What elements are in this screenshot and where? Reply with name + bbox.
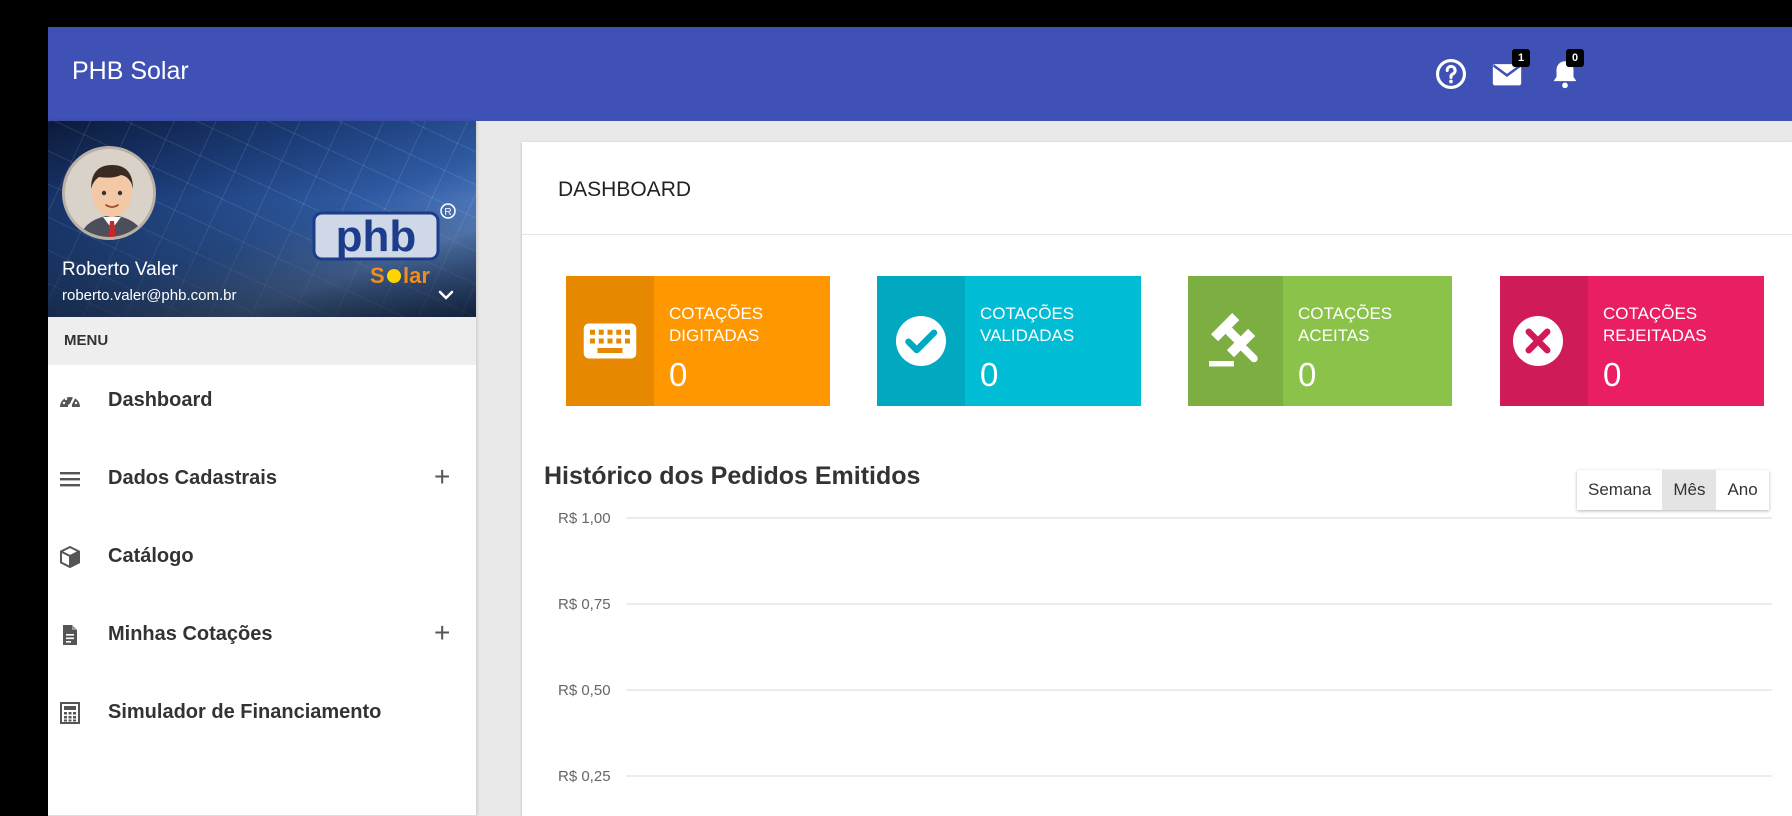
stat-label-line1: COTAÇÕES <box>1603 304 1698 323</box>
profile-header: phb R S lar Roberto Valer roberto.valer@… <box>48 121 476 317</box>
mail-icon[interactable]: 1 <box>1490 49 1530 91</box>
stat-label-line1: COTAÇÕES <box>980 304 1075 323</box>
expand-icon[interactable]: + <box>434 461 450 493</box>
sidebar-item-label: Dados Cadastrais <box>108 467 277 489</box>
dashboard-icon <box>58 389 82 413</box>
sidebar-item-minhas-cotacoes[interactable]: Minhas Cotações + <box>48 605 476 665</box>
y-tick-label: R$ 0,50 <box>558 682 611 699</box>
sidebar-item-dashboard[interactable]: Dashboard <box>48 371 476 431</box>
stat-label-line2: ACEITAS <box>1298 326 1370 345</box>
sidebar-item-simulador-financiamento[interactable]: Simulador de Financiamento <box>48 683 476 743</box>
y-tick-label: R$ 0,75 <box>558 596 611 613</box>
mail-badge: 1 <box>1512 49 1530 67</box>
y-tick-label: R$ 1,00 <box>558 512 611 527</box>
page-title: DASHBOARD <box>558 178 692 201</box>
app-title: PHB Solar <box>72 57 189 85</box>
sidebar-item-label: Simulador de Financiamento <box>108 701 382 723</box>
stat-label-line2: DIGITADAS <box>669 326 760 345</box>
stat-label-line1: COTAÇÕES <box>1298 304 1393 323</box>
orders-history-chart: R$ 1,00 R$ 0,75 R$ 0,50 R$ 0,25 <box>558 512 1772 785</box>
stat-cotacoes-aceitas[interactable]: COTAÇÕES ACEITAS 0 <box>1188 276 1452 406</box>
y-tick-label: R$ 0,25 <box>558 768 611 785</box>
phb-solar-logo: phb R S lar <box>310 201 460 291</box>
top-app-bar: PHB Solar 1 0 <box>48 27 1792 121</box>
stat-value: 0 <box>1298 356 1317 393</box>
svg-text:S: S <box>370 263 385 288</box>
sidebar-item-catalogo[interactable]: Catálogo <box>48 527 476 587</box>
stat-label-line1: COTAÇÕES <box>669 304 764 323</box>
range-button-mes[interactable]: Mês <box>1662 470 1717 510</box>
stat-value: 0 <box>669 356 688 393</box>
divider <box>522 234 1792 235</box>
expand-icon[interactable]: + <box>434 617 450 649</box>
range-button-semana[interactable]: Semana <box>1577 470 1663 510</box>
calculator-icon <box>58 701 82 725</box>
stat-cotacoes-validadas[interactable]: COTAÇÕES VALIDADAS 0 <box>877 276 1141 406</box>
stat-cotacoes-digitadas[interactable]: COTAÇÕES DIGITADAS 0 <box>566 276 830 406</box>
user-email: roberto.valer@phb.com.br <box>62 287 237 304</box>
box-icon <box>58 545 82 569</box>
range-button-ano[interactable]: Ano <box>1716 470 1769 510</box>
stat-value: 0 <box>980 356 999 393</box>
avatar <box>62 146 156 240</box>
sidebar-item-dados-cadastrais[interactable]: Dados Cadastrais + <box>48 449 476 509</box>
range-toggle-group: Semana Mês Ano <box>1577 470 1769 510</box>
notification-badge: 0 <box>1566 49 1584 67</box>
menu-header: MENU <box>48 317 476 365</box>
svg-text:lar: lar <box>403 263 430 288</box>
stat-value: 0 <box>1603 356 1622 393</box>
svg-text:R: R <box>444 207 451 218</box>
bell-icon[interactable]: 0 <box>1548 49 1588 91</box>
document-icon <box>58 623 82 647</box>
dashboard-card: DASHBOARD COTAÇÕES DIGITADAS 0 COTAÇÕES … <box>522 142 1792 816</box>
stat-cotacoes-rejeitadas[interactable]: COTAÇÕES REJEITADAS 0 <box>1500 276 1764 406</box>
stat-label-line2: VALIDADAS <box>980 326 1075 345</box>
stat-label-line2: REJEITADAS <box>1603 326 1707 345</box>
sidebar: phb R S lar Roberto Valer roberto.valer@… <box>48 121 476 816</box>
sidebar-item-label: Catálogo <box>108 545 194 567</box>
app-window: PHB Solar 1 0 phb R S lar Roberto Valer … <box>48 27 1792 816</box>
sidebar-item-label: Minhas Cotações <box>108 623 273 645</box>
list-icon <box>58 467 82 491</box>
svg-text:phb: phb <box>336 212 417 261</box>
user-name: Roberto Valer <box>62 259 178 280</box>
help-icon[interactable] <box>1434 57 1468 91</box>
chevron-down-icon[interactable] <box>434 283 458 307</box>
sidebar-item-label: Dashboard <box>108 389 213 411</box>
chart-title: Histórico dos Pedidos Emitidos <box>544 462 921 490</box>
